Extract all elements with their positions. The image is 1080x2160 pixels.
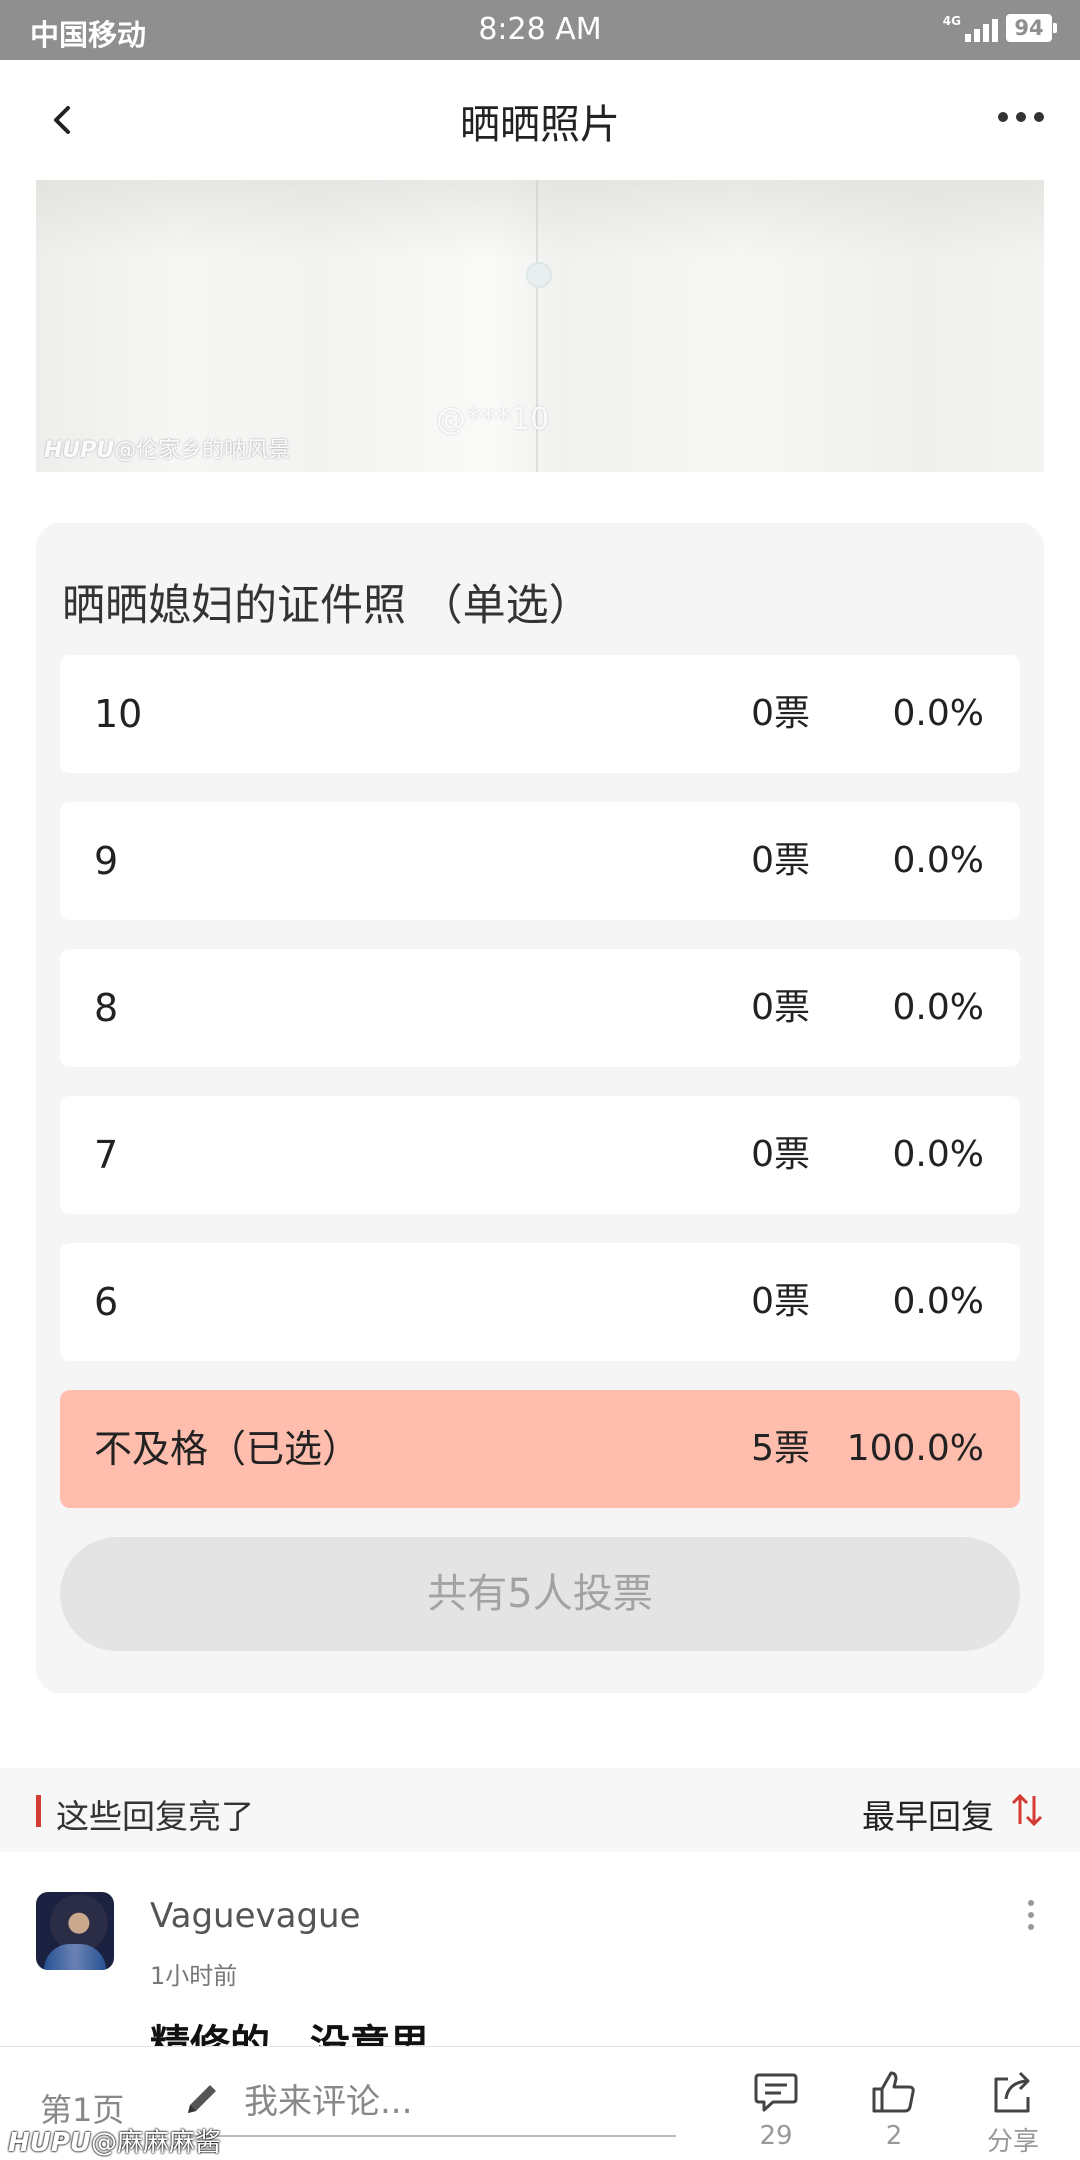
signal-icon: [965, 16, 998, 42]
option-percent: 100.0%: [846, 1428, 984, 1469]
more-dot: [1016, 112, 1026, 122]
weibo-watermark: @***10: [436, 402, 550, 437]
comment-bubble-icon: [754, 2073, 798, 2112]
hupu-watermark-brand: HUPU: [44, 438, 115, 463]
shirt-button-detail: [526, 262, 552, 288]
option-votes: 0票: [751, 1134, 810, 1175]
poll-option[interactable]: 10 0票 0.0%: [60, 655, 1020, 773]
option-percent: 0.0%: [892, 987, 984, 1028]
option-votes: 0票: [751, 693, 810, 734]
comment-username[interactable]: Vaguevague: [150, 1896, 361, 1936]
comments-button[interactable]: 29: [738, 2067, 814, 2151]
hupu-watermark-brand: HUPU: [8, 2128, 92, 2158]
like-button[interactable]: 2: [856, 2067, 932, 2151]
input-underline: [190, 2135, 676, 2137]
poll-title: 晒晒媳妇的证件照 （单选）: [62, 581, 592, 631]
post-photo[interactable]: @***10 HUPU@伦家乡的呐风景: [36, 180, 1044, 472]
page-watermark-user: @麻麻麻酱: [91, 2128, 222, 2158]
option-votes: 0票: [751, 840, 810, 881]
clock: 8:28 AM: [478, 12, 602, 47]
comments-count: 29: [759, 2121, 793, 2151]
poll-option[interactable]: 9 0票 0.0%: [60, 802, 1020, 920]
option-votes: 5票: [751, 1428, 810, 1469]
more-dot: [1028, 1912, 1034, 1918]
sort-icon[interactable]: [1010, 1792, 1044, 1828]
share-button[interactable]: 分享: [975, 2067, 1051, 2158]
option-label: 10: [94, 692, 143, 736]
highlighted-replies-header: 这些回复亮了 最早回复: [0, 1768, 1080, 1852]
section-accent-bar: [36, 1795, 41, 1827]
comment-input[interactable]: [244, 2077, 644, 2127]
photo-shade: [36, 180, 1044, 260]
option-percent: 0.0%: [892, 693, 984, 734]
poll-total-button[interactable]: 共有5人投票: [60, 1537, 1020, 1651]
photo-watermark-user: @伦家乡的呐风景: [114, 438, 291, 463]
top-nav: 晒晒照片: [0, 60, 1080, 180]
thumbs-up-icon: [872, 2071, 915, 2113]
option-label: 不及格（已选）: [94, 1427, 361, 1471]
option-label: 8: [94, 986, 119, 1030]
option-label: 7: [94, 1133, 119, 1177]
share-icon: [994, 2071, 1030, 2113]
battery-icon: 94: [1006, 14, 1057, 42]
status-indicators: 4G 94: [942, 14, 1057, 42]
battery-level: 94: [1014, 16, 1044, 40]
pencil-icon: [188, 2085, 216, 2113]
share-label: 分享: [986, 2127, 1039, 2157]
option-percent: 0.0%: [892, 840, 984, 881]
option-label: 9: [94, 839, 119, 883]
status-bar: 中国移动 8:28 AM 4G 94: [0, 0, 1080, 60]
more-dot: [1028, 1900, 1034, 1906]
option-label: 6: [94, 1280, 119, 1324]
sort-button[interactable]: 最早回复: [862, 1790, 994, 1838]
more-dot: [998, 112, 1008, 122]
poll-option-selected[interactable]: 不及格（已选） 5票 100.0%: [60, 1390, 1020, 1508]
avatar[interactable]: [36, 1892, 114, 1970]
poll-option[interactable]: 8 0票 0.0%: [60, 949, 1020, 1067]
comment-more-button[interactable]: [1028, 1900, 1034, 1930]
option-percent: 0.0%: [892, 1281, 984, 1322]
option-percent: 0.0%: [892, 1134, 984, 1175]
option-votes: 0票: [751, 1281, 810, 1322]
more-options-button[interactable]: [998, 112, 1044, 122]
comment-timestamp: 1小时前: [150, 1962, 238, 1990]
page-watermark: HUPU@麻麻麻酱: [8, 2122, 221, 2159]
option-votes: 0票: [751, 987, 810, 1028]
poll-option[interactable]: 7 0票 0.0%: [60, 1096, 1020, 1214]
more-dot: [1028, 1924, 1034, 1930]
network-type: 4G: [942, 14, 961, 28]
more-dot: [1034, 112, 1044, 122]
poll-option[interactable]: 6 0票 0.0%: [60, 1243, 1020, 1361]
section-title: 这些回复亮了: [56, 1797, 254, 1836]
page-title: 晒晒照片: [460, 102, 620, 148]
photo-watermark: HUPU@伦家乡的呐风景: [44, 432, 290, 464]
likes-count: 2: [885, 2121, 903, 2151]
poll-card: 晒晒媳妇的证件照 （单选） 10 0票 0.0% 9 0票 0.0% 8 0票 …: [36, 523, 1044, 1693]
